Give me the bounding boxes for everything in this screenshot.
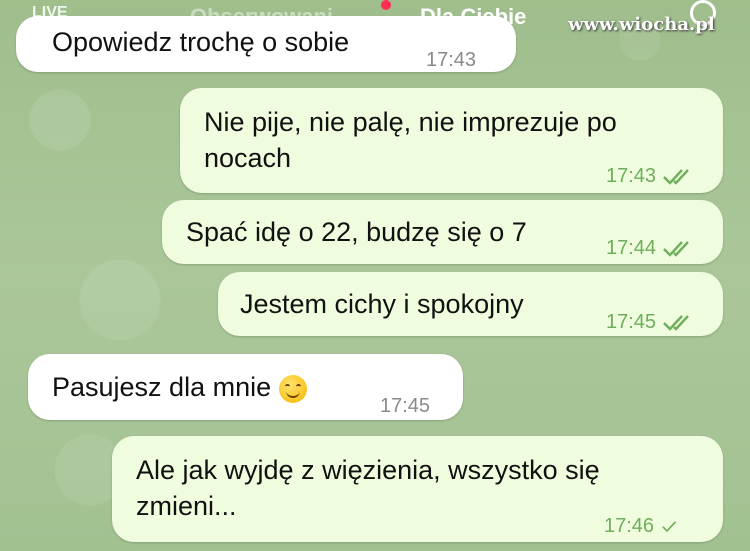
message-bubble-incoming[interactable]: Opowiedz trochę o sobie 17:43 [16,16,516,72]
message-meta: 17:46 [604,508,684,544]
message-text: Jestem cichy i spokojny [240,289,524,319]
double-check-icon [663,315,689,331]
message-time: 17:43 [426,49,477,71]
message-text: Pasujesz dla mnie [52,369,307,405]
message-bubble-outgoing[interactable]: Ale jak wyjdę z więzienia, wszystko się … [112,436,723,542]
smiling-face-icon [278,374,307,403]
watermark-logo: www.wiocha.pl [568,14,715,35]
notification-dot [381,0,391,10]
message-time: 17:43 [606,165,657,187]
message-meta: 17:45 [606,304,696,340]
message-bubble-outgoing[interactable]: Nie pije, nie palę, nie imprezuje po noc… [180,88,723,193]
single-check-icon [662,521,677,533]
message-meta: 17:43 [606,158,696,194]
message-time: 17:46 [604,515,655,537]
message-time: 17:44 [606,237,657,259]
message-bubble-outgoing[interactable]: Jestem cichy i spokojny 17:45 [218,272,723,336]
message-bubble-outgoing[interactable]: Spać idę o 22, budzę się o 7 17:44 [162,200,723,264]
double-check-icon [663,169,689,185]
double-check-icon [663,241,689,257]
message-time: 17:45 [606,311,657,333]
message-time: 17:45 [380,395,431,417]
message-text: Opowiedz trochę o sobie [52,27,350,57]
message-bubble-incoming[interactable]: Pasujesz dla mnie 17:45 [28,354,463,420]
message-text: Spać idę o 22, budzę się o 7 [186,217,527,247]
message-meta: 17:44 [606,230,696,266]
